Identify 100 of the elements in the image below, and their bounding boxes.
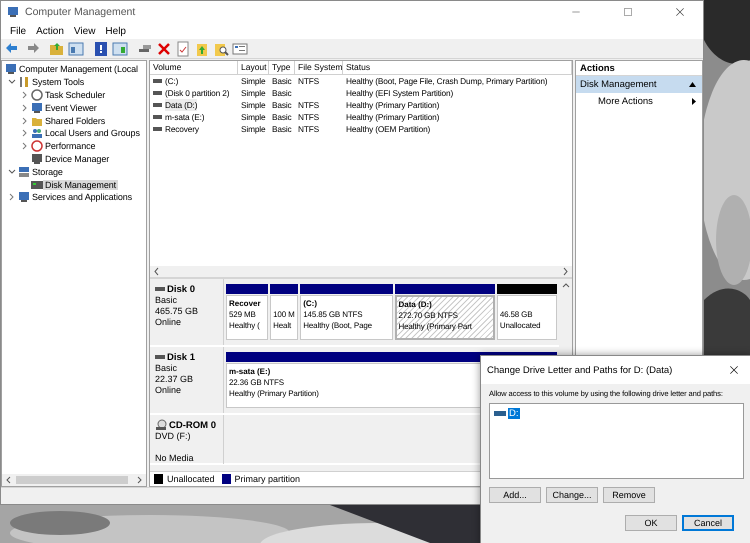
partition-size: 22.36 GB NTFS bbox=[229, 377, 284, 388]
column-header[interactable]: Type bbox=[269, 61, 295, 75]
tree-item[interactable]: Services and Applications bbox=[30, 192, 134, 202]
properties-icon[interactable] bbox=[232, 40, 248, 56]
dialog-button[interactable]: Change... bbox=[546, 487, 598, 503]
tree-item[interactable]: Performance bbox=[43, 141, 98, 152]
table-cell: Basic bbox=[272, 99, 292, 111]
folder-up-icon[interactable] bbox=[49, 40, 65, 56]
path-item[interactable]: D: bbox=[508, 408, 520, 419]
computer-icon bbox=[5, 63, 17, 76]
table-cell: (C:) bbox=[165, 75, 178, 87]
table-cell: Healthy (OEM Partition) bbox=[346, 123, 430, 135]
table-cell: Simple bbox=[241, 123, 266, 135]
tree-item[interactable]: Shared Folders bbox=[43, 116, 108, 126]
table-cell: Basic bbox=[272, 75, 292, 87]
document-check-icon[interactable] bbox=[175, 40, 191, 56]
partition[interactable]: 100 M Healt bbox=[270, 295, 298, 340]
partition[interactable]: 46.58 GB Unallocated bbox=[496, 295, 557, 340]
partition-name: (C:) bbox=[303, 298, 317, 309]
ok-button[interactable]: OK bbox=[625, 515, 677, 531]
table-cell: Healthy (Primary Partition) bbox=[346, 111, 440, 123]
table-cell: Simple bbox=[241, 75, 266, 87]
disk-name: Disk 0 bbox=[167, 284, 195, 294]
tree-item[interactable]: Disk Management bbox=[43, 180, 118, 190]
paths-list[interactable]: D: bbox=[489, 403, 744, 479]
pane-icon[interactable] bbox=[68, 40, 84, 56]
help-icon[interactable] bbox=[93, 40, 109, 56]
partition-size: 46.58 GB bbox=[500, 309, 532, 320]
actions-section[interactable]: Disk Management bbox=[576, 76, 702, 93]
column-header[interactable]: Status bbox=[343, 61, 572, 75]
disk-detail: 22.37 GB bbox=[155, 374, 194, 385]
disk-detail: 465.75 GB bbox=[155, 306, 198, 317]
menu-item[interactable]: File bbox=[5, 26, 32, 36]
partition-status: Healthy (Primary Part bbox=[398, 321, 472, 332]
horizontal-scrollbar[interactable] bbox=[2, 474, 146, 486]
partition-size: 272.70 GB NTFS bbox=[398, 310, 458, 321]
disk-detail: Online bbox=[155, 317, 182, 328]
column-header[interactable]: File System bbox=[295, 61, 343, 75]
collapse-arrow-icon bbox=[689, 82, 696, 87]
partition-bar bbox=[496, 284, 557, 294]
app-icon bbox=[7, 6, 19, 18]
disk-detail: DVD (F:) bbox=[155, 431, 190, 442]
table-cell: Simple bbox=[241, 99, 266, 111]
tree-item[interactable]: Storage bbox=[30, 166, 65, 177]
legend-label: Unallocated bbox=[167, 474, 215, 484]
partition-name: Recover bbox=[229, 298, 261, 309]
drive-icon bbox=[494, 411, 506, 416]
menu-item[interactable]: Help bbox=[100, 26, 131, 36]
table-cell: Basic bbox=[272, 87, 292, 99]
table-cell: Basic bbox=[272, 111, 292, 123]
delete-icon[interactable] bbox=[156, 40, 172, 56]
legend-label: Primary partition bbox=[234, 474, 300, 484]
partition[interactable]: (C:) 145.85 GB NTFS Healthy (Boot, Page bbox=[300, 295, 392, 340]
cancel-button[interactable]: Cancel bbox=[682, 515, 734, 531]
partition-status: Healthy (Primary Partition) bbox=[229, 388, 319, 399]
users-icon bbox=[31, 127, 43, 140]
disk-detail: No Media bbox=[155, 453, 194, 464]
dialog-button[interactable]: Remove bbox=[603, 487, 655, 503]
partition[interactable]: Recover 529 MB Healthy ( bbox=[226, 295, 268, 340]
disk-detail: Online bbox=[155, 385, 182, 396]
table-cell: Healthy (Primary Partition) bbox=[346, 99, 440, 111]
tree-item[interactable]: Task Scheduler bbox=[43, 90, 108, 100]
cd-drive-icon bbox=[155, 419, 167, 431]
disk-detail: Basic bbox=[155, 363, 178, 374]
table-cell: Data (D:) bbox=[165, 99, 198, 111]
table-cell: Healthy (EFI System Partition) bbox=[346, 87, 454, 99]
submenu-arrow-icon bbox=[692, 98, 696, 105]
partition-name: m-sata (E:) bbox=[229, 366, 270, 377]
menu-item[interactable]: View bbox=[68, 26, 100, 36]
partition-size: 145.85 GB NTFS bbox=[303, 309, 362, 320]
disk-name: CD-ROM 0 bbox=[169, 420, 216, 430]
tree-item[interactable]: Computer Management (Local bbox=[17, 64, 140, 74]
partition[interactable]: Data (D:) 272.70 GB NTFS Healthy (Primary Part bbox=[394, 295, 495, 340]
partition-name: Data (D:) bbox=[398, 299, 432, 310]
table-cell: Simple bbox=[241, 87, 266, 99]
partition-status: Unallocated bbox=[500, 320, 540, 331]
action-link[interactable]: More Actions bbox=[576, 93, 702, 110]
tree-item[interactable]: Device Manager bbox=[43, 154, 112, 164]
partition-size: 100 M bbox=[273, 309, 295, 320]
window-title: Computer Management bbox=[25, 6, 136, 18]
partition-size: 529 MB bbox=[229, 309, 256, 320]
table-cell: Basic bbox=[272, 123, 292, 135]
pane-icon[interactable] bbox=[112, 40, 128, 56]
partition-status: Healthy ( bbox=[229, 320, 260, 331]
partition-bar bbox=[270, 284, 298, 294]
maximize-icon bbox=[623, 7, 633, 17]
column-header[interactable]: Volume bbox=[150, 61, 238, 75]
tree-item[interactable]: System Tools bbox=[30, 77, 86, 88]
menu-item[interactable]: Action bbox=[31, 26, 69, 36]
table-cell: m-sata (E:) bbox=[165, 111, 204, 123]
column-header[interactable]: Layout bbox=[238, 61, 269, 75]
table-cell: NTFS bbox=[298, 99, 320, 111]
horizontal-scrollbar[interactable] bbox=[150, 266, 572, 277]
tree-item[interactable]: Local Users and Groups bbox=[43, 128, 142, 138]
table-cell: Healthy (Boot, Page File, Crash Dump, Primary Partition) bbox=[346, 75, 548, 87]
table-cell: Simple bbox=[241, 111, 266, 123]
dialog-button[interactable]: Add... bbox=[489, 487, 541, 503]
table-cell: (Disk 0 partition 2) bbox=[165, 87, 230, 99]
tree-item[interactable]: Event Viewer bbox=[43, 102, 99, 113]
storage-icon bbox=[18, 166, 30, 178]
